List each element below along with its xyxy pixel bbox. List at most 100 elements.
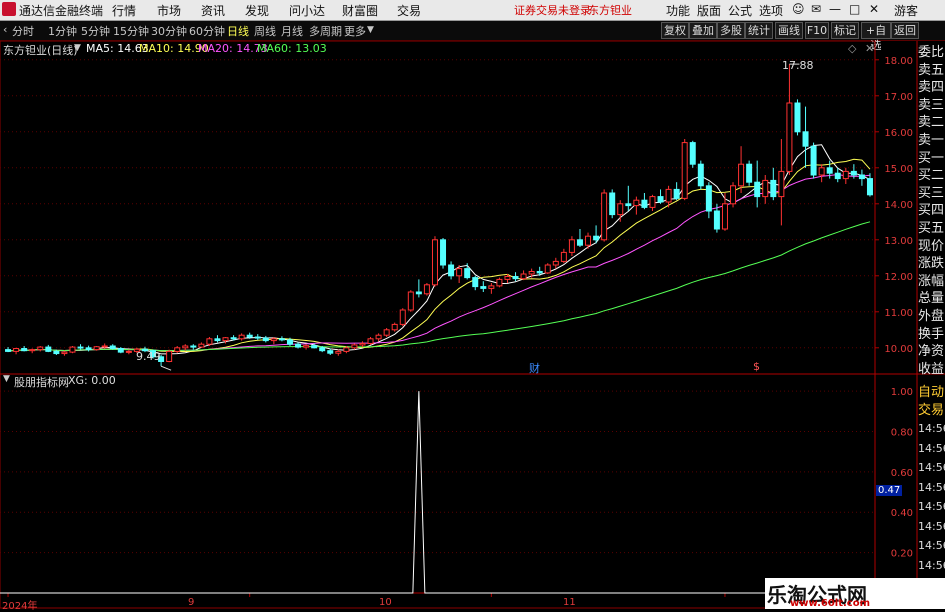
candle-body (117, 348, 124, 353)
side-label: 买四 (918, 203, 945, 219)
candle-body (560, 251, 567, 262)
side-label: 净资 (918, 344, 945, 360)
candle-body (13, 348, 20, 352)
adjust-button[interactable]: 复权 (661, 22, 689, 39)
tab-weekly[interactable]: 周线 (254, 23, 276, 39)
back-icon[interactable]: ‹ (3, 23, 7, 36)
chevron-down-icon[interactable]: ▼ (367, 25, 374, 35)
tab-daily[interactable]: 日线 (227, 23, 249, 39)
candle-body (802, 131, 809, 147)
draw-line-button[interactable]: 画线 (775, 22, 803, 39)
candle-body (456, 268, 463, 277)
menu-item-layout[interactable]: 版面 (697, 2, 721, 19)
menu-item-trade[interactable]: 交易 (397, 2, 421, 19)
menu-item-quotes[interactable]: 行情 (112, 2, 136, 19)
candle-body (77, 346, 84, 349)
menu-item-options[interactable]: 选项 (759, 2, 783, 19)
return-button[interactable]: 返回 (891, 22, 919, 39)
menu-item-discover[interactable]: 发现 (245, 2, 269, 19)
side-label: 涨幅 (918, 273, 945, 289)
candle-body (520, 273, 527, 280)
kline-chart[interactable]: 10.00 11.00 12.00 13.00 14.00 15.00 16.00 17.00… (0, 41, 945, 609)
tab-multi-period[interactable]: 多周期 (309, 23, 342, 39)
mail-icon[interactable]: ✉ (811, 2, 821, 16)
menu-item-function[interactable]: 功能 (666, 2, 690, 19)
menu-item-ask[interactable]: 问小达 (289, 2, 325, 19)
close-icon[interactable]: ✕ (869, 2, 879, 16)
trade-time: 14:56 (918, 519, 945, 533)
candle-body (311, 345, 318, 349)
candle-body (617, 203, 624, 216)
watermark-url: www.60lt.com (790, 598, 871, 609)
candle-body (480, 286, 487, 289)
candle-body (730, 185, 737, 205)
maximize-icon[interactable]: □ (849, 2, 860, 16)
menu-item-news[interactable]: 资讯 (201, 2, 225, 19)
indicator-collapse-icon[interactable]: ▼ (3, 374, 10, 384)
price-tick-label: 14.00 (884, 200, 913, 211)
panel-close-icon[interactable]: ✕ (865, 42, 874, 55)
candle-body (278, 338, 285, 341)
candle-body (818, 167, 825, 176)
multi-stock-button[interactable]: 多股 (717, 22, 745, 39)
xg-line (0, 391, 874, 594)
tab-15min[interactable]: 15分钟 (113, 23, 149, 39)
side-label: 买二 (918, 168, 945, 184)
finance-event-marker[interactable]: 财 (529, 360, 540, 376)
candle-body (69, 346, 76, 353)
menu-item-formula[interactable]: 公式 (728, 2, 752, 19)
add-watchlist-button[interactable]: +自选 (861, 22, 891, 52)
candle-body (182, 345, 189, 349)
candle-body (101, 345, 108, 348)
side-label: 卖四 (918, 80, 945, 96)
minimize-icon[interactable]: — (829, 2, 841, 16)
diamond-icon[interactable]: ◇ (848, 42, 856, 55)
tab-more[interactable]: 更多 (344, 23, 366, 39)
candle-body (335, 350, 342, 354)
candle-body (721, 203, 728, 230)
dividend-event-marker[interactable]: $ (753, 360, 760, 373)
tab-monthly[interactable]: 月线 (281, 23, 303, 39)
candle-body (431, 239, 438, 286)
candle-body (697, 163, 704, 187)
tab-30min[interactable]: 30分钟 (151, 23, 187, 39)
candle-body (786, 102, 793, 172)
candle-body (842, 170, 849, 180)
side-label: 买一 (918, 150, 945, 166)
candle-body (810, 145, 817, 176)
candle-body (230, 337, 237, 340)
overlay-button[interactable]: 叠加 (689, 22, 717, 39)
candle-body (190, 345, 197, 348)
statistics-button[interactable]: 统计 (745, 22, 773, 39)
x-label-sep: 9 (188, 597, 195, 608)
candle-body (689, 142, 696, 165)
candle-body (633, 199, 640, 207)
candle-body (238, 334, 245, 340)
x-label-2024: 2024年 (2, 601, 38, 612)
tab-60min[interactable]: 60分钟 (189, 23, 225, 39)
candle-body (536, 270, 543, 274)
candle-body (198, 343, 205, 348)
collapse-icon[interactable]: ▼ (74, 43, 81, 53)
login-notice[interactable]: 证券交易未登录 (514, 2, 591, 18)
mark-button[interactable]: 标记 (831, 22, 859, 39)
candle-body (5, 349, 12, 352)
menu-item-market[interactable]: 市场 (157, 2, 181, 19)
candle-body (488, 285, 495, 289)
price-tick-label: 11.00 (884, 308, 913, 319)
candle-body (286, 339, 293, 345)
user-icon[interactable]: ☺ (792, 2, 805, 16)
low-marker (160, 365, 172, 371)
candle-body (367, 338, 374, 344)
candle-body (254, 336, 261, 339)
menu-item-wealth[interactable]: 财富圈 (342, 2, 378, 19)
candle-body (45, 346, 52, 352)
period-toolbar: ‹ 分时 1分钟 5分钟 15分钟 30分钟 60分钟 日线 周线 月线 多周期… (0, 21, 945, 52)
candle-body (754, 181, 761, 198)
tab-5min[interactable]: 5分钟 (81, 23, 110, 39)
tab-1min[interactable]: 1分钟 (48, 23, 77, 39)
f10-button[interactable]: F10 (805, 22, 829, 39)
guest-button[interactable]: 游客 (894, 2, 918, 19)
candle-body (858, 174, 865, 180)
tab-intraday[interactable]: 分时 (12, 23, 34, 39)
